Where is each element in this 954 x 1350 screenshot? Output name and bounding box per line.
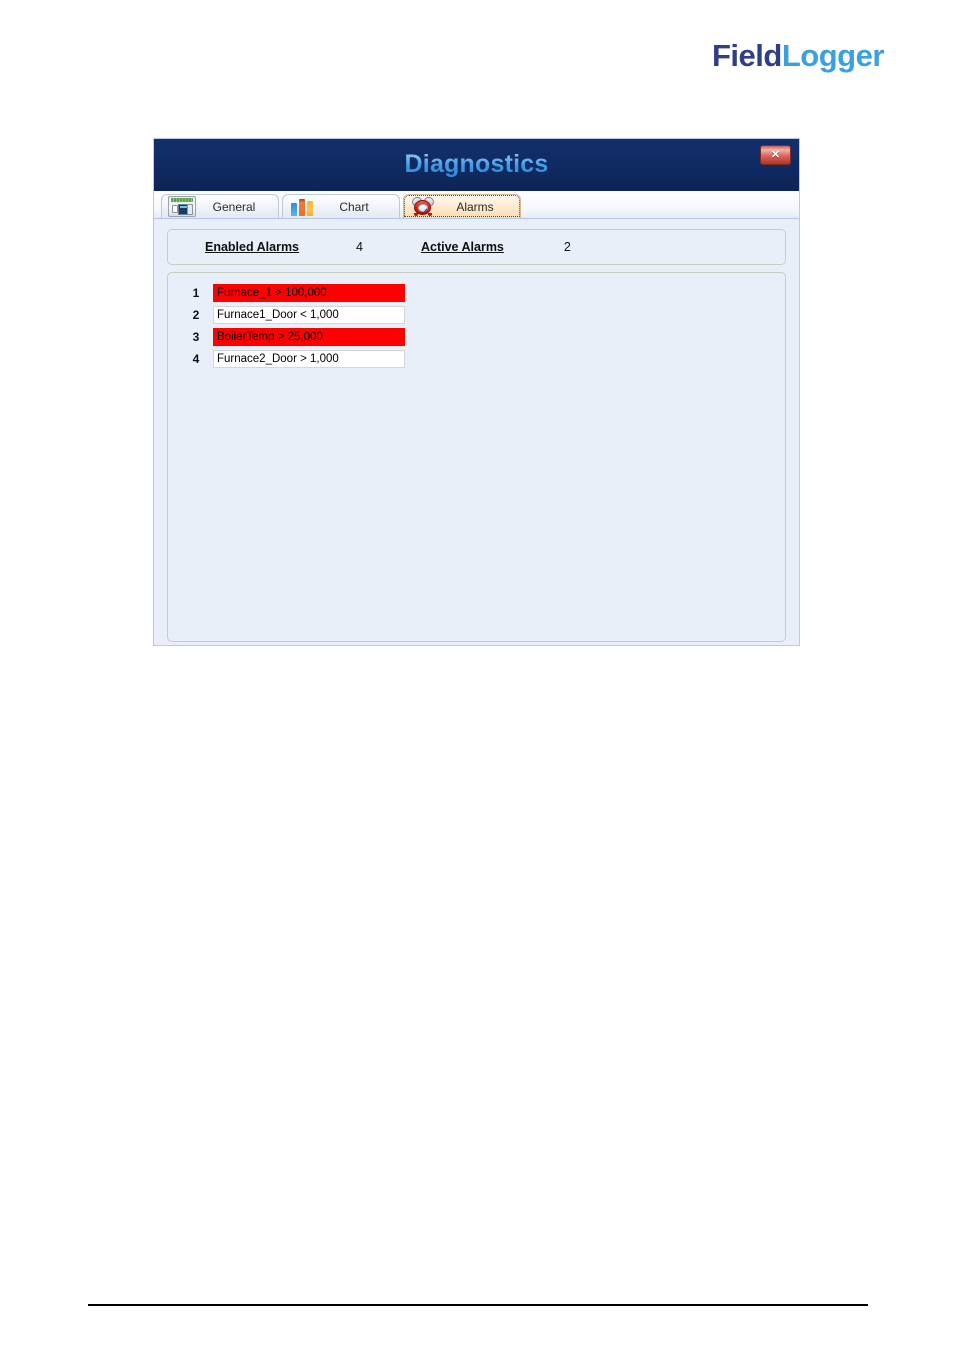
dialog-title-bar: Diagnostics ✕ [154,139,799,191]
alarm-summary-panel: Enabled Alarms 4 Active Alarms 2 [167,229,786,265]
logo-logger-text: Logger [781,38,885,73]
active-alarms-count: 2 [563,240,571,254]
dialog-body: Enabled Alarms 4 Active Alarms 2 1 Furna… [154,219,799,646]
logo-field-text: Field [712,38,782,73]
tab-chart[interactable]: Chart [282,194,400,218]
enabled-alarms-label: Enabled Alarms [205,240,300,254]
diagnostics-dialog: Diagnostics ✕ General Chart Alarms Enabl… [153,138,800,646]
tab-alarms-label: Alarms [456,199,494,214]
alarm-index: 4 [192,352,200,366]
alarm-status-box[interactable]: BoilerTemp > 25,000 [213,328,405,346]
close-button[interactable]: ✕ [760,145,791,165]
fieldlogger-logo: FieldLogger [712,40,884,71]
device-icon [168,196,196,217]
list-item: 3 BoilerTemp > 25,000 [168,327,785,347]
bar-chart-icon [289,197,315,216]
footer-separator [88,1304,868,1306]
active-alarms-label: Active Alarms [420,240,504,254]
alarm-index: 1 [192,286,200,300]
alarm-status-box[interactable]: Furnace_1 > 100,000 [213,284,405,302]
close-icon: ✕ [770,148,781,161]
alarm-index: 2 [192,308,200,322]
alarm-list-panel: 1 Furnace_1 > 100,000 2 Furnace1_Door < … [167,272,786,642]
tab-general[interactable]: General [161,194,279,218]
alarm-status-box[interactable]: Furnace1_Door < 1,000 [213,306,405,324]
tab-general-label: General [212,199,256,214]
tab-alarms[interactable]: Alarms [403,194,521,218]
tab-chart-label: Chart [339,199,369,214]
alarm-index: 3 [192,330,200,344]
alarm-status-box[interactable]: Furnace2_Door > 1,000 [213,350,405,368]
list-item: 2 Furnace1_Door < 1,000 [168,305,785,325]
list-item: 4 Furnace2_Door > 1,000 [168,349,785,369]
enabled-alarms-count: 4 [356,240,363,254]
tab-strip: General Chart Alarms [154,191,799,219]
list-item: 1 Furnace_1 > 100,000 [168,283,785,303]
alarm-clock-icon [410,195,436,216]
page-title: Diagnostics [154,150,799,179]
